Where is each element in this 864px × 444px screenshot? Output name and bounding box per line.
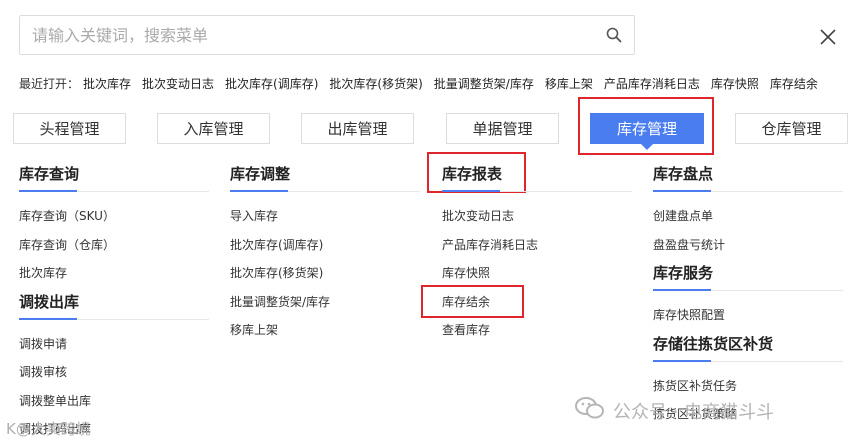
menu-item[interactable]: 产品库存消耗日志 <box>442 231 632 260</box>
group-title-inventory-service: 库存服务 <box>653 259 843 291</box>
menu-item[interactable]: 库存结余 <box>442 288 632 317</box>
recent-item[interactable]: 库存快照 <box>711 75 759 92</box>
menu-item[interactable]: 批量调整货架/库存 <box>230 288 420 317</box>
recent-item[interactable]: 批次库存 <box>83 75 131 92</box>
menu-column-4: 库存盘点 创建盘点单 盘盈盘亏统计 库存服务 库存快照配置 存储往拣货区补货 拣… <box>653 160 843 429</box>
menu-item[interactable]: 库存快照配置 <box>653 301 843 330</box>
menu-item[interactable]: 导入库存 <box>230 202 420 231</box>
menu-item[interactable]: 库存查询（仓库） <box>19 231 209 260</box>
search-input[interactable] <box>20 16 594 54</box>
tab-outbound[interactable]: 出库管理 <box>301 113 414 144</box>
menu-column-1: 库存查询 库存查询（SKU） 库存查询（仓库） 批次库存 调拨出库 调拨申请 调… <box>19 160 209 444</box>
menu-item[interactable]: 批次库存(移货架) <box>230 259 420 288</box>
menu-item[interactable]: 盘盈盘亏统计 <box>653 231 843 260</box>
menu-item[interactable]: 调拨申请 <box>19 330 209 359</box>
menu-item[interactable]: 调拨整单出库 <box>19 387 209 416</box>
menu-item[interactable]: 批次库存(调库存) <box>230 231 420 260</box>
recent-item[interactable]: 批量调整货架/库存 <box>434 75 534 92</box>
menu-item[interactable]: 创建盘点单 <box>653 202 843 231</box>
menu-item[interactable]: 批次变动日志 <box>442 202 632 231</box>
menu-column-2: 库存调整 导入库存 批次库存(调库存) 批次库存(移货架) 批量调整货架/库存 … <box>230 160 420 345</box>
menu-item[interactable]: 批次库存 <box>19 259 209 288</box>
tab-headhaul[interactable]: 头程管理 <box>13 113 126 144</box>
group-title-inventory-report: 库存报表 <box>442 160 632 192</box>
recent-bar: 最近打开： 批次库存 批次变动日志 批次库存(调库存) 批次库存(移货架) 批量… <box>19 74 829 92</box>
recent-item[interactable]: 批次库存(调库存) <box>225 75 318 92</box>
recent-item[interactable]: 批次库存(移货架) <box>329 75 422 92</box>
close-icon[interactable] <box>815 24 841 50</box>
tab-inventory[interactable]: 库存管理 <box>590 113 704 150</box>
group-title-inventory-adjust: 库存调整 <box>230 160 420 192</box>
recent-label: 最近打开： <box>19 76 80 91</box>
watermark-wechat: 公众号 · 电商猫斗斗 <box>575 396 774 425</box>
menu-item[interactable]: 移库上架 <box>230 316 420 345</box>
recent-item[interactable]: 移库上架 <box>545 75 593 92</box>
search-box <box>19 15 635 55</box>
group-title-inventory-query: 库存查询 <box>19 160 209 192</box>
menu-item[interactable]: 查看库存 <box>442 316 632 345</box>
menu-item[interactable]: 库存快照 <box>442 259 632 288</box>
recent-item[interactable]: 产品库存消耗日志 <box>604 75 700 92</box>
recent-item[interactable]: 库存结余 <box>770 75 818 92</box>
tab-warehouse[interactable]: 仓库管理 <box>735 113 848 144</box>
menu-item[interactable]: 调拨审核 <box>19 358 209 387</box>
watermark-left: K@大卖跨境 <box>6 420 91 438</box>
search-icon[interactable] <box>594 16 634 54</box>
menu-item[interactable]: 库存查询（SKU） <box>19 202 209 231</box>
group-title-replenishment: 存储往拣货区补货 <box>653 330 843 362</box>
group-title-transfer-out: 调拨出库 <box>19 288 209 320</box>
tab-inbound[interactable]: 入库管理 <box>157 113 270 144</box>
menu-column-3: 库存报表 批次变动日志 产品库存消耗日志 库存快照 库存结余 查看库存 <box>442 160 632 345</box>
recent-item[interactable]: 批次变动日志 <box>142 75 214 92</box>
tab-documents[interactable]: 单据管理 <box>446 113 559 144</box>
watermark-text: 公众号 · 电商猫斗斗 <box>613 401 775 423</box>
wechat-icon <box>575 396 605 425</box>
group-title-stocktake: 库存盘点 <box>653 160 843 192</box>
